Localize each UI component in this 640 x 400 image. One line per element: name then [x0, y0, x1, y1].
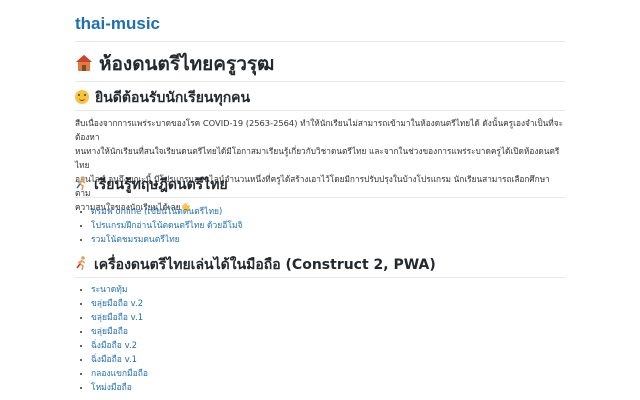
instrument-link-klong-khaek[interactable]: กลองแขกมือถือ — [91, 369, 148, 379]
list-item: ขลุ่ยมือถือ — [91, 325, 148, 339]
runner-icon — [75, 175, 88, 195]
instrument-link-khlui[interactable]: ขลุ่ยมือถือ — [91, 327, 128, 337]
list-item: ดรมฟ online (เขียนโน้ตดนตรีไทย) — [91, 205, 243, 219]
theory-link-drmf[interactable]: ดรมฟ online (เขียนโน้ตดนตรีไทย) — [91, 207, 222, 217]
smiley-icon — [75, 90, 89, 104]
welcome-heading: ยินดีต้อนรับนักเรียนทุกคน — [75, 88, 250, 108]
instrument-link-khlui-v1[interactable]: ขลุ่ยมือถือ v.1 — [91, 313, 143, 323]
page-title: ห้องดนตรีไทยครูวรุฒ — [75, 51, 274, 77]
welcome-heading-text: ยินดีต้อนรับนักเรียนทุกคน — [95, 90, 251, 106]
page-title-text: ห้องดนตรีไทยครูวรุฒ — [99, 53, 275, 75]
welcome-divider — [75, 110, 565, 111]
title-divider — [75, 81, 565, 82]
runner-icon — [75, 255, 88, 275]
house-icon — [75, 51, 93, 77]
instrument-link-ching-v1[interactable]: ฉิ่งมือถือ v.1 — [91, 355, 137, 365]
list-item: โปรแกรมฝึกอ่านโน้ตดนตรีไทย ด้วยอีโมจิ — [91, 219, 243, 233]
list-item: ฉิ่งมือถือ v.1 — [91, 353, 148, 367]
theory-heading: เรียนรู้ทฤษฎีดนตรีไทย — [75, 175, 228, 195]
list-item: รวมโน้ตชมรมดนตรีไทย — [91, 233, 243, 247]
theory-link-club-notes[interactable]: รวมโน้ตชมรมดนตรีไทย — [91, 235, 180, 245]
welcome-line-2: หนทางให้นักเรียนที่สนใจเรียนดนตรีไทยได้ม… — [75, 146, 560, 170]
instrument-link-khlui-v2[interactable]: ขลุ่ยมือถือ v.2 — [91, 299, 143, 309]
header-divider — [75, 41, 565, 42]
instrument-link-ranat-thum[interactable]: ระนาดทุ้ม — [91, 285, 127, 295]
list-item: โหม่งมือถือ — [91, 381, 148, 395]
instruments-divider — [75, 277, 565, 278]
instrument-link-mong[interactable]: โหม่งมือถือ — [91, 383, 132, 393]
instruments-heading: เครื่องดนตรีไทยเล่นได้ในมือถือ (Construc… — [75, 255, 436, 275]
list-item: กลองแขกมือถือ — [91, 367, 148, 381]
theory-link-emoji-notes[interactable]: โปรแกรมฝึกอ่านโน้ตดนตรีไทย ด้วยอีโมจิ — [91, 221, 243, 231]
instrument-link-ching-v2[interactable]: ฉิ่งมือถือ v.2 — [91, 341, 137, 351]
welcome-paragraph: สืบเนื่องจากการแพร่ระบาดของโรค COVID-19 … — [75, 116, 565, 214]
welcome-line-1: สืบเนื่องจากการแพร่ระบาดของโรค COVID-19 … — [75, 118, 564, 142]
instruments-link-list: ระนาดทุ้ม ขลุ่ยมือถือ v.2 ขลุ่ยมือถือ v.… — [75, 283, 148, 395]
theory-heading-text: เรียนรู้ทฤษฎีดนตรีไทย — [94, 177, 228, 193]
list-item: ระนาดทุ้ม — [91, 283, 148, 297]
list-item: ขลุ่ยมือถือ v.1 — [91, 311, 148, 325]
theory-link-list: ดรมฟ online (เขียนโน้ตดนตรีไทย) โปรแกรมฝ… — [75, 205, 243, 247]
site-title-link[interactable]: thai-music — [75, 14, 160, 34]
instruments-heading-text: เครื่องดนตรีไทยเล่นได้ในมือถือ (Construc… — [94, 257, 436, 273]
list-item: ขลุ่ยมือถือ v.2 — [91, 297, 148, 311]
theory-divider — [75, 197, 565, 198]
list-item: ฉิ่งมือถือ v.2 — [91, 339, 148, 353]
